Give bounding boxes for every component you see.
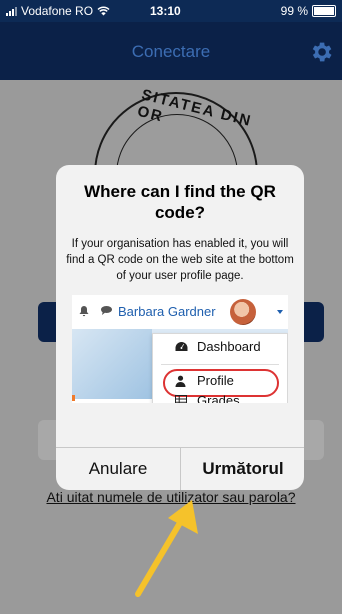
- dialog-message: If your organisation has enabled it, you…: [66, 238, 294, 282]
- menu-item-dashboard: Dashboard: [153, 336, 287, 358]
- bell-icon: [79, 306, 89, 317]
- carrier-name: Vodafone RO: [21, 4, 94, 18]
- clock: 13:10: [150, 4, 181, 18]
- battery-icon: [312, 5, 336, 17]
- cancel-button[interactable]: Anulare: [56, 448, 180, 490]
- dashboard-icon: [175, 342, 188, 351]
- avatar: [230, 299, 256, 325]
- app-header: Conectare: [0, 22, 342, 80]
- menu-item-grades: Grades: [153, 390, 287, 403]
- wifi-icon: [97, 6, 110, 16]
- grid-icon: [175, 395, 187, 403]
- dialog-title: Where can I find the QR code?: [84, 182, 276, 222]
- page-title: Conectare: [131, 42, 211, 61]
- battery-percent: 99 %: [280, 4, 308, 18]
- user-name: Barbara Gardner: [118, 304, 216, 319]
- profile-menu-example-image: Barbara Gardner Dashboard Profile Grades: [72, 295, 288, 403]
- status-bar: Vodafone RO 13:10 99 %: [0, 0, 342, 22]
- annotation-arrow-icon: [135, 500, 198, 597]
- next-button[interactable]: Următorul: [181, 448, 304, 490]
- user-menu: Dashboard Profile Grades: [152, 333, 288, 403]
- qr-help-dialog: Where can I find the QR code? If your or…: [56, 165, 304, 490]
- chat-icon: [101, 306, 112, 315]
- signal-icon: [6, 6, 17, 16]
- gear-icon[interactable]: [308, 39, 334, 65]
- chevron-down-icon: [277, 310, 283, 314]
